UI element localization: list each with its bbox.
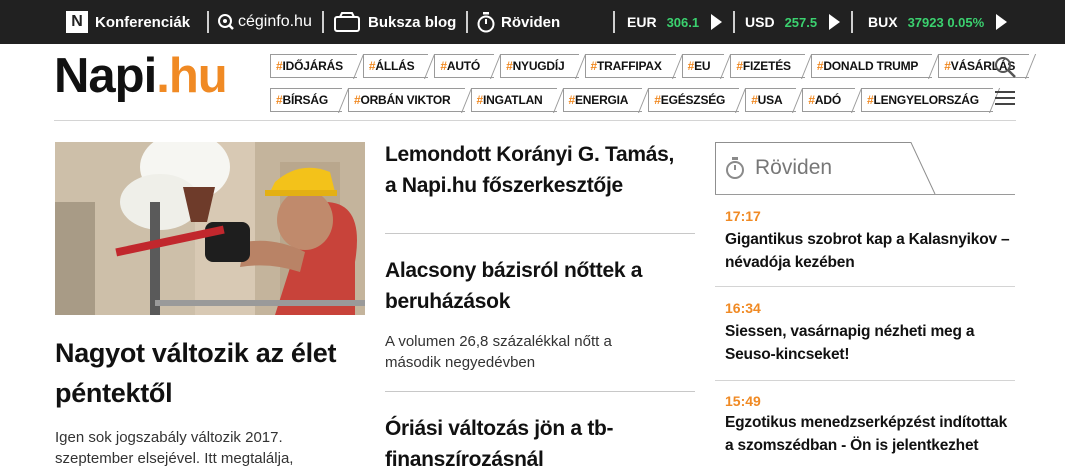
stopwatch-icon [726, 157, 744, 179]
currency-eur[interactable]: EUR 306.1 [627, 0, 723, 44]
news-divider [715, 286, 1015, 287]
tag-link[interactable]: # ORBÁN VIKTOR [347, 88, 465, 112]
header-divider [54, 120, 1016, 121]
news-title[interactable]: Gigantikus szobrot kap a Kalasnyikov – n… [725, 228, 1015, 274]
currency-bux[interactable]: BUX 37923 0.05% [868, 0, 1008, 44]
roviden-heading[interactable]: Röviden [715, 142, 937, 195]
buksza-label: Buksza blog [368, 13, 457, 31]
main-article-title[interactable]: Nagyot változik az élet péntektől [55, 333, 345, 413]
currency-name: USD [745, 14, 775, 30]
tag-label: EGÉSZSÉG [660, 93, 726, 107]
tag-label: ENERGIA [575, 93, 629, 107]
tag-link[interactable]: # EU [681, 54, 725, 78]
main-article-image[interactable] [55, 142, 365, 315]
logo-main: Napi [54, 49, 157, 103]
menu-line [995, 91, 1015, 93]
tag-label: FIZETÉS [742, 59, 791, 73]
search-icon [995, 57, 1016, 78]
news-title[interactable]: Siessen, vasárnapig nézheti meg a Seuso-… [725, 320, 1015, 366]
article-divider [385, 233, 695, 234]
buksza-blog-link[interactable]: Buksza blog [333, 0, 456, 44]
article-divider [385, 391, 695, 392]
article-title[interactable]: Lemondott Korányi G. Tamás, a Napi.hu fő… [385, 139, 685, 201]
tag-link[interactable]: # NYUGDÍJ [500, 54, 579, 78]
article-subtitle: A volumen 26,8 százalékkal nőtt a másodi… [385, 333, 612, 371]
tag-link[interactable]: # IDŐJÁRÁS [270, 54, 357, 78]
topbar-divider [466, 11, 468, 33]
topbar-divider [851, 11, 853, 33]
stopwatch-icon [477, 12, 495, 33]
top-bar: N Konferenciák céginfo.hu Buksza blog Rö… [0, 0, 1065, 44]
tag-list-row-2: # BÍRSÁG # ORBÁN VIKTOR # INGATLAN # ENERGIA # EG… [270, 88, 999, 112]
logo-dot: . [156, 49, 170, 103]
tag-link[interactable]: # EGÉSZSÉG [648, 88, 740, 112]
tag-label: ORBÁN VIKTOR [360, 93, 451, 107]
napi-n-icon: N [66, 11, 88, 33]
tag-label: BÍRSÁG [282, 93, 328, 107]
tag-label: EU [694, 59, 711, 73]
topbar-divider [613, 11, 615, 33]
tag-link[interactable]: # FIZETÉS [730, 54, 805, 78]
tag-label: DONALD TRUMP [823, 59, 919, 73]
main-article-lead: Igen sok jogszabály változik 2017. szept… [55, 429, 294, 467]
logo-tld: hu [168, 49, 228, 103]
currency-value: 306.1 [666, 14, 700, 30]
menu-line [995, 103, 1015, 105]
roviden-link[interactable]: Röviden [476, 0, 560, 44]
search-button[interactable] [993, 55, 1017, 79]
tag-link[interactable]: # USA [745, 88, 797, 112]
currency-usd[interactable]: USD 257.5 [745, 0, 841, 44]
article-title[interactable]: Óriási változás jön a tb-finanszírozásná… [385, 413, 685, 471]
play-arrow-icon [711, 14, 723, 30]
roviden-underline [715, 194, 1015, 195]
tag-label: INGATLAN [483, 93, 543, 107]
menu-line [995, 97, 1015, 99]
tag-label: LENGYELORSZÁG [873, 93, 979, 107]
tag-link[interactable]: # ENERGIA [562, 88, 643, 112]
tag-link[interactable]: # ADÓ [802, 88, 855, 112]
tag-label: IDŐJÁRÁS [282, 59, 343, 73]
currency-value: 37923 0.05% [907, 14, 985, 30]
news-time: 16:34 [725, 300, 761, 316]
worker-photo [55, 142, 365, 315]
tag-link[interactable]: # ÁLLÁS [362, 54, 429, 78]
news-title[interactable]: Egzotikus menedzserképzést indítottak a … [725, 411, 1015, 457]
ceginfo-icon [218, 14, 234, 30]
tag-list-row-1: # IDŐJÁRÁS # ÁLLÁS # AUTÓ # NYUGDÍJ # TRAFFIPAX # E… [270, 54, 1035, 78]
currency-name: BUX [868, 14, 898, 30]
roviden-topbar-label: Röviden [501, 13, 561, 31]
hamburger-menu-button[interactable] [995, 91, 1015, 107]
tag-link[interactable]: # DONALD TRUMP [810, 54, 933, 78]
tag-link[interactable]: # BÍRSÁG [270, 88, 342, 112]
tag-link[interactable]: # TRAFFIPAX [584, 54, 676, 78]
konferenciak-link[interactable]: N Konferenciák [66, 0, 190, 44]
site-logo[interactable]: Napi.hu [54, 49, 228, 103]
tag-label: USA [757, 93, 783, 107]
tag-label: NYUGDÍJ [512, 59, 565, 73]
ceginfo-label: céginfo.hu [238, 13, 312, 30]
play-arrow-icon [829, 14, 841, 30]
news-divider [715, 380, 1015, 381]
topbar-divider [207, 11, 209, 33]
news-time: 15:49 [725, 393, 761, 409]
article-title[interactable]: Alacsony bázisról nőttek a beruházások [385, 255, 685, 317]
tag-link[interactable]: # AUTÓ [434, 54, 495, 78]
tag-label: TRAFFIPAX [597, 59, 662, 73]
tag-link[interactable]: # LENGYELORSZÁG [860, 88, 993, 112]
currency-value: 257.5 [784, 14, 818, 30]
roviden-title: Röviden [755, 156, 833, 179]
tag-label: ÁLLÁS [375, 59, 415, 73]
topbar-divider [733, 11, 735, 33]
tag-label: ADÓ [814, 93, 841, 107]
news-time: 17:17 [725, 208, 761, 224]
tag-link[interactable]: # INGATLAN [470, 88, 557, 112]
ceginfo-link[interactable]: céginfo.hu [217, 0, 312, 44]
play-arrow-icon [996, 14, 1008, 30]
tag-label: AUTÓ [446, 59, 481, 73]
currency-name: EUR [627, 14, 657, 30]
konferenciak-label: Konferenciák [95, 13, 191, 31]
topbar-divider [322, 11, 324, 33]
wallet-icon [334, 12, 360, 32]
